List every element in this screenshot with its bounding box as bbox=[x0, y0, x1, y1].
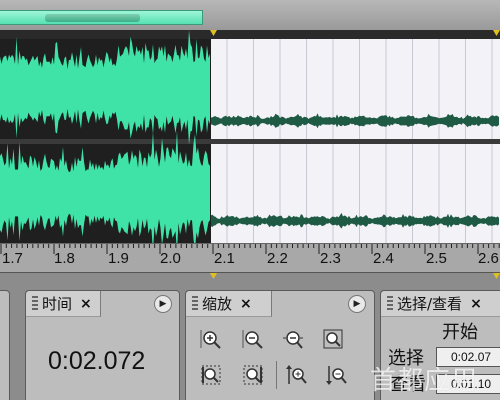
ruler-label: 1.9 bbox=[108, 250, 129, 267]
waveform-left-selected bbox=[0, 30, 210, 145]
menu-arrow-icon: ▶ bbox=[159, 299, 167, 309]
channel-left-background bbox=[211, 39, 500, 141]
ruler-label: 2.1 bbox=[214, 250, 235, 267]
grip-icon[interactable] bbox=[192, 295, 198, 312]
scroll-thumb[interactable] bbox=[45, 14, 140, 22]
ruler-label: 1.8 bbox=[54, 250, 75, 267]
current-time-display: 0:02.072 bbox=[48, 347, 146, 375]
ruler-ticks bbox=[0, 244, 500, 254]
ruler-label: 2.4 bbox=[373, 250, 394, 267]
close-icon[interactable]: × bbox=[80, 296, 92, 312]
grip-icon[interactable] bbox=[387, 295, 393, 312]
zoom-panel-title: 缩放 bbox=[202, 295, 233, 313]
time-panel-tab[interactable]: 时间 × bbox=[26, 291, 101, 317]
panel-menu-button[interactable]: ▶ bbox=[348, 295, 366, 313]
panel-menu-button[interactable]: ▶ bbox=[154, 295, 172, 313]
zoom-selection-icon[interactable] bbox=[322, 328, 344, 350]
time-ruler[interactable]: 1.7 1.8 1.9 2.0 2.1 2.2 2.3 2.4 2.5 2.6 bbox=[0, 243, 500, 273]
time-panel: 时间 × ▶ bbox=[25, 290, 180, 400]
overview-scrollbar[interactable] bbox=[0, 0, 500, 31]
ruler-label: 2.2 bbox=[267, 250, 288, 267]
view-row-label: 查看 bbox=[390, 374, 426, 395]
channel-separator bbox=[0, 139, 500, 144]
zoom-left-edge-icon[interactable] bbox=[200, 364, 222, 386]
top-band bbox=[0, 30, 500, 39]
time-panel-title: 时间 bbox=[42, 295, 73, 313]
selection-row-label: 选择 bbox=[388, 348, 424, 369]
selection-start-field[interactable]: 0:02.07 bbox=[436, 347, 500, 367]
channel-right-background bbox=[211, 144, 500, 243]
ruler-label: 2.5 bbox=[426, 250, 447, 267]
grip-icon[interactable] bbox=[32, 295, 38, 312]
view-start-field[interactable]: 0:01.10 bbox=[436, 374, 500, 394]
cursor-marker-bottom[interactable] bbox=[210, 273, 217, 279]
close-icon[interactable]: × bbox=[470, 296, 482, 312]
ruler-label: 1.7 bbox=[2, 250, 23, 267]
zoom-divider bbox=[276, 361, 277, 389]
waveform-right-selected bbox=[0, 130, 210, 243]
previous-panel-edge bbox=[0, 290, 10, 400]
selection-panel-tab[interactable]: 选择/查看 × bbox=[381, 291, 500, 317]
ruler-label: 2.3 bbox=[320, 250, 341, 267]
close-icon[interactable]: × bbox=[240, 296, 252, 312]
zoom-out-vertical-icon[interactable] bbox=[326, 364, 348, 386]
zoom-right-edge-icon[interactable] bbox=[242, 364, 264, 386]
ruler-label: 2.0 bbox=[160, 250, 181, 267]
zoom-panel-tab[interactable]: 缩放 × bbox=[186, 291, 272, 317]
start-column-header: 开始 bbox=[442, 322, 478, 343]
selection-panel-title: 选择/查看 bbox=[397, 295, 463, 313]
audio-editor-window: 1.7 1.8 1.9 2.0 2.1 2.2 2.3 2.4 2.5 2.6 … bbox=[0, 0, 500, 400]
menu-arrow-icon: ▶ bbox=[353, 299, 361, 309]
zoom-full-icon[interactable] bbox=[282, 328, 304, 350]
zoom-in-vertical-icon[interactable] bbox=[286, 364, 308, 386]
waveform-display[interactable] bbox=[0, 30, 500, 243]
overview-range[interactable] bbox=[0, 10, 203, 25]
bottom-markers bbox=[210, 273, 500, 279]
end-marker-bottom[interactable] bbox=[493, 273, 500, 279]
zoom-in-horizontal-icon[interactable] bbox=[200, 328, 222, 350]
ruler-label: 2.6 bbox=[478, 250, 499, 267]
waveform-canvas[interactable] bbox=[0, 30, 500, 243]
zoom-out-horizontal-icon[interactable] bbox=[242, 328, 264, 350]
